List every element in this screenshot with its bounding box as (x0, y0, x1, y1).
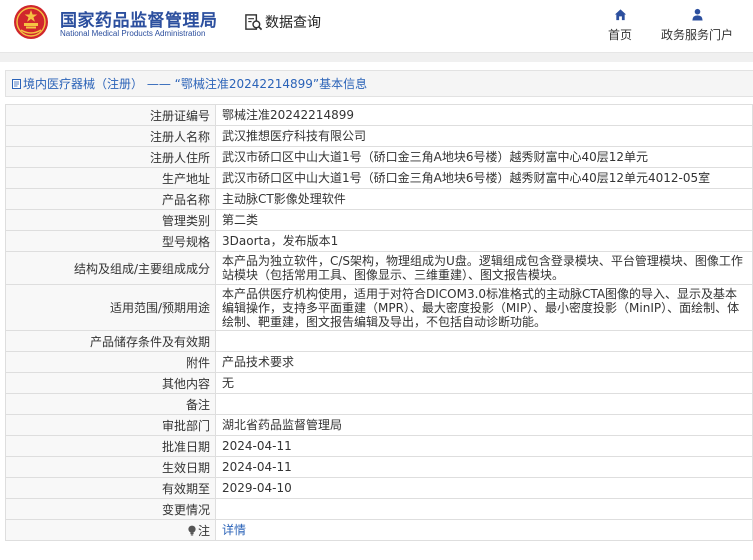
table-row: 注册人住所 武汉市硚口区中山大道1号（硚口金三角A地块6号楼）越秀财富中心40层… (5, 146, 753, 168)
table-row: 变更情况 (5, 498, 753, 520)
site-header: 国家药品监督管理局 National Medical Products Admi… (0, 0, 753, 52)
field-value: 无 (215, 372, 753, 394)
field-label: 批准日期 (5, 435, 216, 457)
note-label: 注 (187, 522, 210, 539)
field-label: 生效日期 (5, 456, 216, 478)
field-value (215, 498, 753, 520)
field-value: 第二类 (215, 209, 753, 231)
field-label: 备注 (5, 393, 216, 415)
table-row: 型号规格 3Daorta，发布版本1 (5, 230, 753, 252)
table-row: 结构及组成/主要组成成分 本产品为独立软件，C/S架构，物理组成为U盘。逻辑组成… (5, 251, 753, 285)
record-title-bar: 境内医疗器械（注册） —— “鄂械注准20242214899”基本信息 (5, 70, 753, 97)
table-row: 注册人名称 武汉推想医疗科技有限公司 (5, 125, 753, 147)
table-row: 审批部门 湖北省药品监督管理局 (5, 414, 753, 436)
field-value: 主动脉CT影像处理软件 (215, 188, 753, 210)
field-label: 有效期至 (5, 477, 216, 499)
field-label: 产品储存条件及有效期 (5, 330, 216, 352)
table-row: 备注 (5, 393, 753, 415)
field-value: 鄂械注准20242214899 (215, 104, 753, 126)
table-row: 生产地址 武汉市硚口区中山大道1号（硚口金三角A地块6号楼）越秀财富中心40层1… (5, 167, 753, 189)
field-value: 武汉市硚口区中山大道1号（硚口金三角A地块6号楼）越秀财富中心40层12单元 (215, 146, 753, 168)
record-title: “鄂械注准20242214899”基本信息 (174, 77, 368, 91)
field-label: 附件 (5, 351, 216, 373)
nav-gov-service-portal[interactable]: 政务服务门户 (660, 8, 734, 43)
field-label: 型号规格 (5, 230, 216, 252)
field-label: 注册人住所 (5, 146, 216, 168)
registration-detail-table: 注册证编号 鄂械注准20242214899 注册人名称 武汉推想医疗科技有限公司… (5, 104, 753, 541)
header-divider (0, 52, 753, 62)
table-row: 管理类别 第二类 (5, 209, 753, 231)
site-title[interactable]: 国家药品监督管理局 (60, 6, 218, 31)
nav-home-label: 首页 (607, 28, 632, 42)
table-row: 注册证编号 鄂械注准20242214899 (5, 104, 753, 126)
table-row: 生效日期 2024-04-11 (5, 456, 753, 478)
document-icon (12, 78, 21, 89)
table-row: 批准日期 2024-04-11 (5, 435, 753, 457)
field-value: 2024-04-11 (215, 456, 753, 478)
nav-home[interactable]: 首页 (585, 8, 655, 43)
search-document-icon (245, 13, 263, 30)
field-label: 管理类别 (5, 209, 216, 231)
field-value: 本产品为独立软件，C/S架构，物理组成为U盘。逻辑组成包含登录模块、平台管理模块… (215, 251, 753, 285)
field-value: 本产品供医疗机构使用，适用于对符合DICOM3.0标准格式的主动脉CTA图像的导… (215, 284, 753, 331)
category-breadcrumb-link[interactable]: 境内医疗器械（注册） (23, 75, 143, 92)
field-value (215, 330, 753, 352)
field-label: 其他内容 (5, 372, 216, 394)
field-value: 湖北省药品监督管理局 (215, 414, 753, 436)
field-value: 2029-04-10 (215, 477, 753, 499)
nav-portal-label: 政务服务门户 (660, 28, 733, 42)
field-label: 产品名称 (5, 188, 216, 210)
field-label: 生产地址 (5, 167, 216, 189)
table-row: 适用范围/预期用途 本产品供医疗机构使用，适用于对符合DICOM3.0标准格式的… (5, 284, 753, 331)
note-label-cell: 注 (5, 519, 216, 541)
site-subtitle: National Medical Products Administration (60, 29, 206, 38)
field-value: 武汉推想医疗科技有限公司 (215, 125, 753, 147)
field-value: 产品技术要求 (215, 351, 753, 373)
note-value-cell: 详情 (215, 519, 753, 541)
field-label: 注册人名称 (5, 125, 216, 147)
field-label: 审批部门 (5, 414, 216, 436)
national-emblem-icon[interactable] (13, 4, 49, 40)
lightbulb-icon (188, 525, 196, 535)
table-row: 有效期至 2029-04-10 (5, 477, 753, 499)
field-label: 结构及组成/主要组成成分 (5, 251, 216, 285)
breadcrumb-separator: —— (146, 76, 171, 91)
field-label: 变更情况 (5, 498, 216, 520)
data-query-label: 数据查询 (265, 15, 321, 31)
home-icon (614, 9, 626, 21)
data-query-link[interactable]: 数据查询 (244, 11, 321, 33)
table-row: 产品名称 主动脉CT影像处理软件 (5, 188, 753, 210)
note-label-text: 注 (197, 523, 210, 538)
table-row: 附件 产品技术要求 (5, 351, 753, 373)
field-label: 注册证编号 (5, 104, 216, 126)
field-value: 3Daorta，发布版本1 (215, 230, 753, 252)
field-value: 2024-04-11 (215, 435, 753, 457)
field-value: 武汉市硚口区中山大道1号（硚口金三角A地块6号楼）越秀财富中心40层12单元40… (215, 167, 753, 189)
note-row: 注 详情 (5, 519, 753, 541)
user-icon (691, 8, 703, 21)
details-link[interactable]: 详情 (222, 523, 246, 537)
table-row: 产品储存条件及有效期 (5, 330, 753, 352)
field-label: 适用范围/预期用途 (5, 284, 216, 331)
table-row: 其他内容 无 (5, 372, 753, 394)
field-value (215, 393, 753, 415)
